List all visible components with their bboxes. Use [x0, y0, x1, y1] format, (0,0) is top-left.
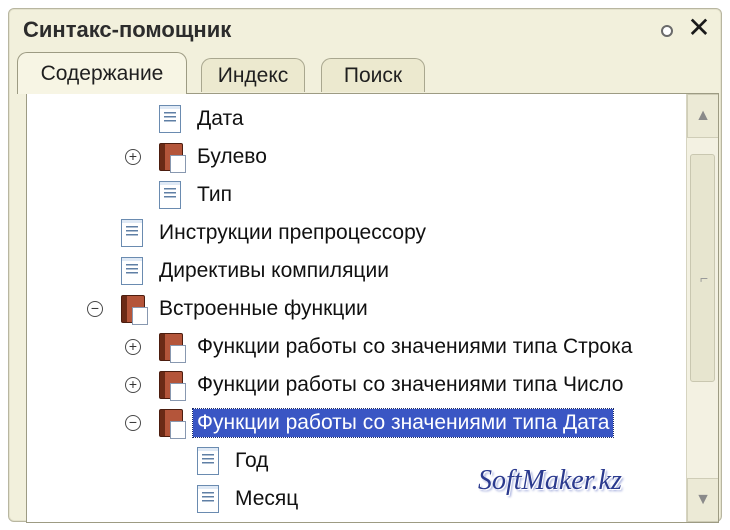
- page-icon: [159, 105, 181, 133]
- tree-item-date-functions[interactable]: − Функции работы со значениями типа Дата: [27, 406, 687, 440]
- scroll-up-button[interactable]: ▲: [687, 94, 718, 138]
- scroll-down-button[interactable]: ▼: [687, 478, 718, 522]
- tab-search-label: Поиск: [343, 63, 403, 87]
- tree-item-label: Функции работы со значениями типа Число: [197, 373, 624, 396]
- collapse-icon[interactable]: −: [87, 301, 103, 317]
- watermark: SoftMaker.kz: [478, 465, 622, 496]
- tree-item-label: Год: [235, 449, 269, 472]
- tab-search[interactable]: Поиск: [321, 58, 425, 92]
- book-icon: [159, 409, 186, 439]
- page-icon: [121, 257, 143, 285]
- scroll-thumb[interactable]: ⌐: [690, 154, 715, 382]
- syntax-helper-window: Синтакс-помощник ✕ Содержание Индекс Пои…: [8, 8, 722, 523]
- collapse-icon[interactable]: −: [125, 415, 141, 431]
- tree-item-label: Булево: [197, 145, 267, 168]
- tree-item-label: Встроенные функции: [159, 297, 368, 320]
- contents-tree: Дата + Булево Тип Инструкции препроцессо…: [27, 94, 687, 522]
- book-icon: [159, 143, 186, 173]
- vertical-scrollbar[interactable]: ▲ ⌐ ▼: [686, 94, 718, 522]
- tab-contents[interactable]: Содержание: [17, 52, 187, 94]
- tab-index-label: Индекс: [217, 63, 289, 87]
- expand-icon[interactable]: +: [125, 339, 141, 355]
- tree-item-directives[interactable]: Директивы компиляции: [27, 254, 687, 288]
- window-title: Синтакс-помощник: [23, 17, 232, 42]
- pin-icon[interactable]: [661, 25, 673, 37]
- tree-item-label: Функции работы со значениями типа Строка: [197, 335, 633, 358]
- arrow-down-icon: ▼: [695, 491, 711, 508]
- page-icon: [197, 447, 219, 475]
- book-icon: [159, 371, 186, 401]
- tree-item-preprocessor[interactable]: Инструкции препроцессору: [27, 216, 687, 250]
- tree-item-string-functions[interactable]: + Функции работы со значениями типа Стро…: [27, 330, 687, 364]
- page-icon: [121, 219, 143, 247]
- tab-index[interactable]: Индекс: [201, 58, 305, 92]
- book-icon: [159, 333, 186, 363]
- tree-item-number-functions[interactable]: + Функции работы со значениями типа Числ…: [27, 368, 687, 402]
- expand-icon[interactable]: +: [125, 149, 141, 165]
- page-icon: [197, 485, 219, 513]
- tree-item-label: Директивы компиляции: [159, 259, 389, 282]
- tab-strip: Содержание Индекс Поиск: [17, 52, 717, 94]
- title-bar[interactable]: Синтакс-помощник ✕: [9, 9, 721, 53]
- expand-icon[interactable]: +: [125, 377, 141, 393]
- tree-item-label-selected: Функции работы со значениями типа Дата: [191, 408, 615, 438]
- contents-tree-panel: Дата + Булево Тип Инструкции препроцессо…: [26, 93, 719, 523]
- tree-item-label: Инструкции препроцессору: [159, 221, 427, 244]
- arrow-up-icon: ▲: [695, 107, 711, 124]
- close-icon[interactable]: ✕: [685, 13, 713, 43]
- tree-item-label: Тип: [197, 183, 233, 206]
- tree-item-boolean[interactable]: + Булево: [27, 140, 687, 174]
- tree-item-builtin-functions[interactable]: − Встроенные функции: [27, 292, 687, 326]
- book-icon: [121, 295, 148, 325]
- tree-item-type[interactable]: Тип: [27, 178, 687, 212]
- grip-icon: ⌐: [700, 270, 709, 286]
- tab-contents-label: Содержание: [40, 61, 164, 85]
- tree-item-label: Месяц: [235, 487, 299, 510]
- tree-item-date[interactable]: Дата: [27, 102, 687, 136]
- tree-item-label: Дата: [197, 107, 244, 130]
- page-icon: [159, 181, 181, 209]
